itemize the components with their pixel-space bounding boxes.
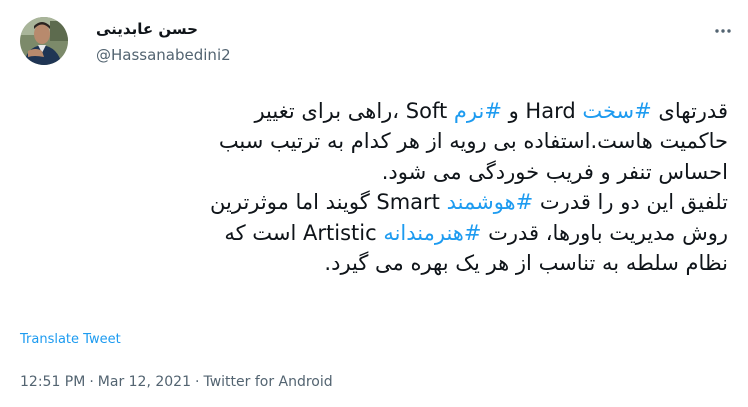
- hashtag-link[interactable]: #سخت: [582, 99, 651, 123]
- tweet-text-line: نظام سلطه به تناسب از هر یک بهره می گیرد…: [20, 248, 728, 278]
- meta-separator: ·: [195, 374, 200, 390]
- tweet-source[interactable]: Twitter for Android: [203, 374, 332, 390]
- tweet-time[interactable]: 12:51 PM: [20, 374, 85, 390]
- tweet-metadata: 12:51 PM · Mar 12, 2021 · Twitter for Androi…: [20, 374, 333, 390]
- tweet-text-segment: حاکمیت هاست.استفاده بی رویه از هر کدام ب…: [218, 129, 728, 154]
- author-handle[interactable]: @Hassanabedini2: [96, 46, 231, 64]
- tweet-text-segment: Hard و: [501, 99, 583, 123]
- tweet-text-segment: Artistic است که: [224, 220, 384, 245]
- tweet-text-segment: روش مدیریت باورها، قدرت: [481, 220, 728, 245]
- avatar[interactable]: [20, 17, 68, 65]
- tweet-text-line: تلفیق این دو را قدرت #هوشمند Smart گویند…: [20, 187, 728, 217]
- meta-separator: ·: [89, 374, 94, 390]
- tweet-text-segment: Soft ،راهی برای تغییر: [254, 99, 454, 123]
- tweet-text-line: روش مدیریت باورها، قدرت #هنرمندانه Artis…: [20, 218, 728, 248]
- tweet-text-segment: نظام سلطه به تناسب از هر یک بهره می گیرد…: [324, 251, 728, 276]
- tweet-text-segment: Smart گویند اما موثرترین: [210, 190, 447, 215]
- author-display-name[interactable]: حسن عابدینی: [96, 20, 198, 38]
- tweet-text-line: قدرتهای #سخت Hard و #نرم Soft ،راهی برای…: [20, 96, 728, 126]
- hashtag-link[interactable]: #نرم: [454, 99, 502, 123]
- tweet-text: قدرتهای #سخت Hard و #نرم Soft ،راهی برای…: [20, 96, 728, 278]
- tweet-text-segment: احساس تنفر و فریب خوردگی می شود.: [381, 159, 728, 184]
- tweet-text-line: حاکمیت هاست.استفاده بی رویه از هر کدام ب…: [20, 126, 728, 156]
- hashtag-link[interactable]: #هنرمندانه: [383, 221, 481, 245]
- hashtag-link[interactable]: #هوشمند: [447, 190, 534, 214]
- tweet-text-segment: تلفیق این دو را قدرت: [533, 190, 728, 215]
- tweet-card: حسن عابدینی @Hassanabedini2 قدرتهای #سخت…: [0, 0, 748, 407]
- tweet-text-line: احساس تنفر و فریب خوردگی می شود.: [20, 157, 728, 187]
- translate-tweet-link[interactable]: Translate Tweet: [20, 332, 121, 347]
- tweet-date[interactable]: Mar 12, 2021: [98, 374, 191, 390]
- avatar-photo-image: [20, 17, 68, 65]
- more-horizontal-icon: [715, 29, 731, 33]
- more-options-button[interactable]: [706, 14, 740, 48]
- tweet-text-segment: قدرتهای: [651, 99, 728, 123]
